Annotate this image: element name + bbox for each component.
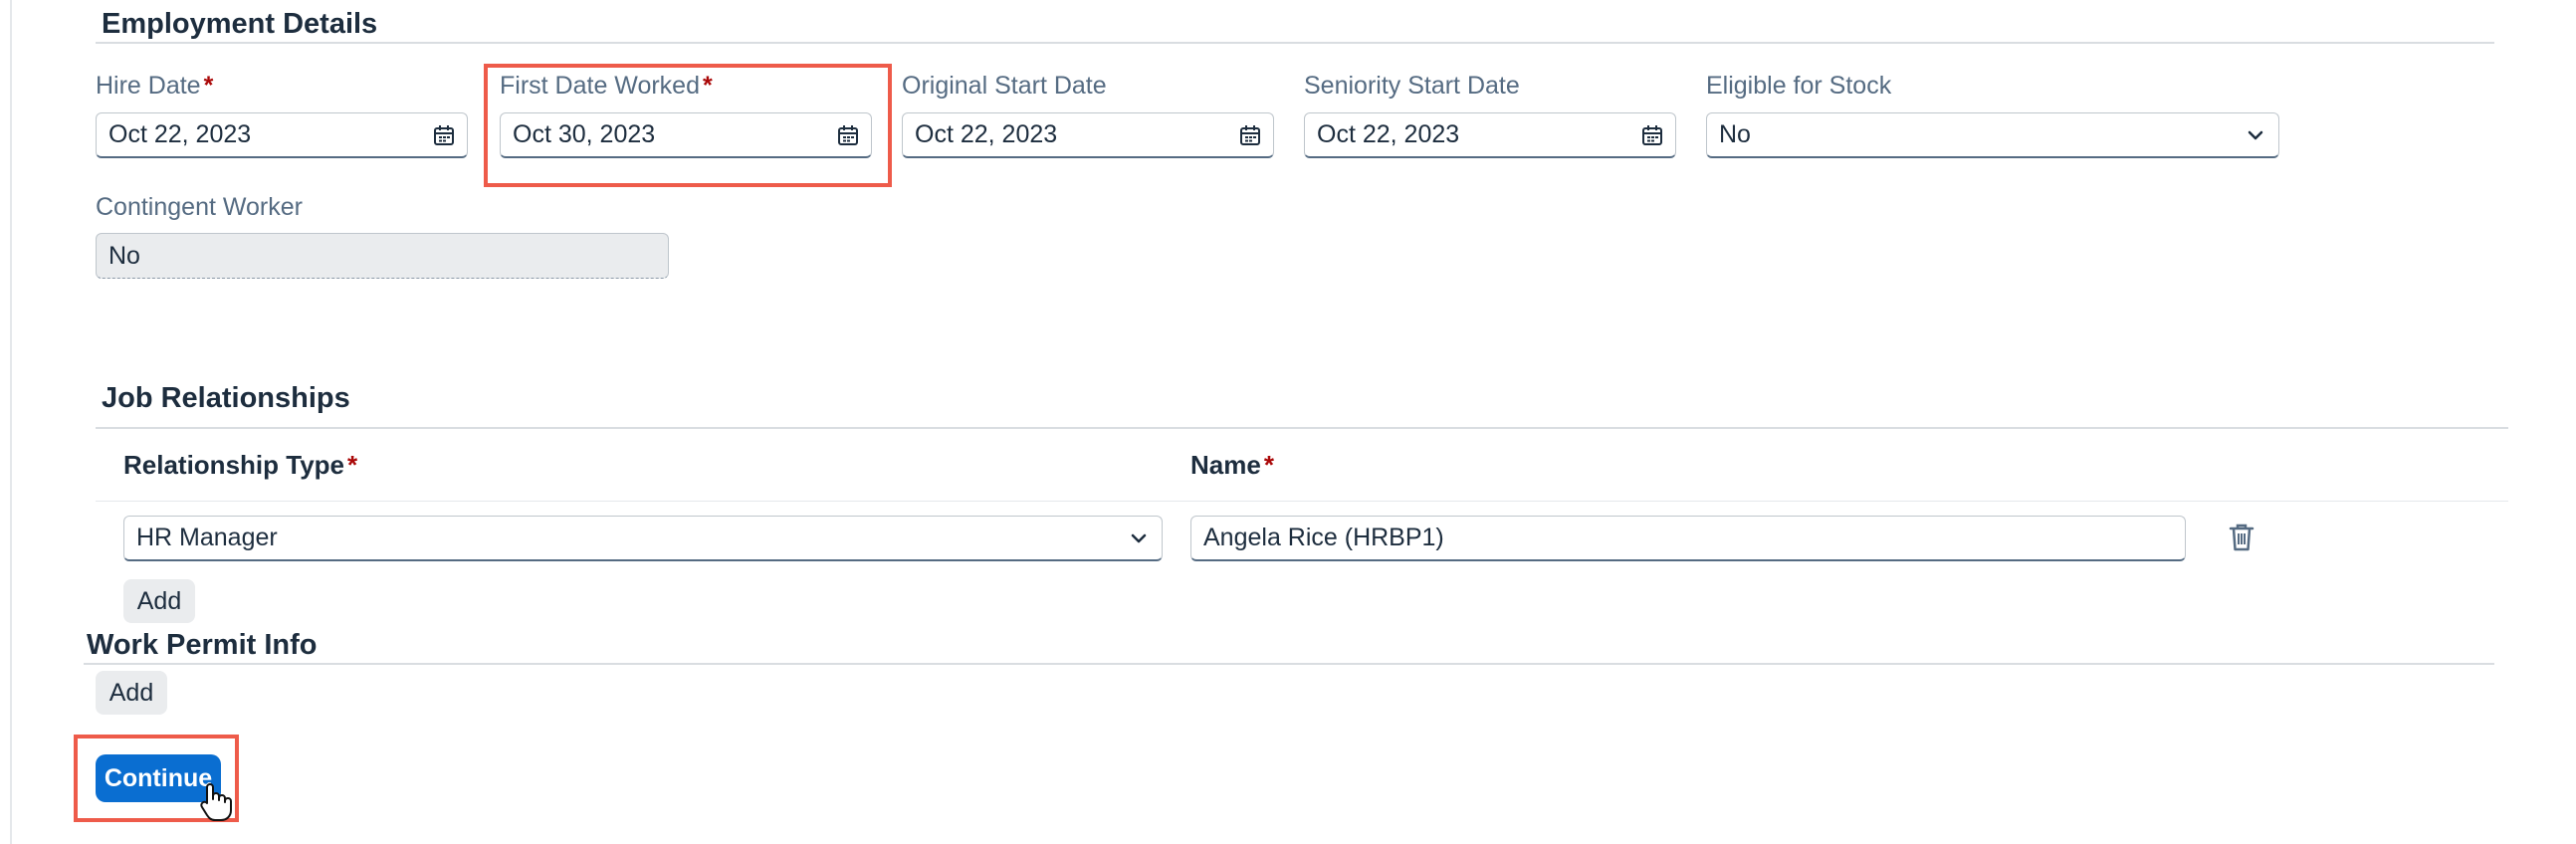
seniority-start-date-value: Oct 22, 2023 — [1317, 120, 1460, 148]
chevron-down-icon[interactable] — [1116, 517, 1162, 559]
original-start-date-field[interactable]: Oct 22, 2023 — [902, 112, 1274, 158]
contingent-worker-value: No — [108, 241, 140, 270]
section-title-work-permit-info: Work Permit Info — [87, 629, 318, 661]
contingent-worker-field: No — [96, 233, 669, 279]
calendar-icon[interactable] — [1227, 113, 1273, 156]
chevron-down-icon[interactable] — [2233, 113, 2278, 156]
highlight-box-first-date-worked — [484, 64, 892, 187]
left-border — [10, 0, 12, 844]
hire-date-label: Hire Date * — [96, 72, 214, 100]
table-header-divider — [96, 501, 2508, 502]
calendar-icon[interactable] — [421, 113, 467, 156]
section-title-employment-details: Employment Details — [102, 8, 378, 40]
section-divider — [96, 42, 2494, 44]
original-start-date-label: Original Start Date — [902, 72, 1107, 100]
column-header-name: Name * — [1190, 450, 1274, 480]
hire-date-field[interactable]: Oct 22, 2023 — [96, 112, 468, 158]
seniority-start-date-label: Seniority Start Date — [1304, 72, 1520, 100]
trash-icon[interactable] — [2222, 516, 2261, 559]
relationship-name-value: Angela Rice (HRBP1) — [1203, 524, 1444, 551]
original-start-date-value: Oct 22, 2023 — [915, 120, 1058, 148]
section-title-job-relationships: Job Relationships — [102, 382, 350, 414]
seniority-start-date-field[interactable]: Oct 22, 2023 — [1304, 112, 1676, 158]
hire-date-value: Oct 22, 2023 — [108, 120, 252, 148]
relationship-type-value: HR Manager — [136, 524, 278, 551]
relationship-name-field[interactable]: Angela Rice (HRBP1) — [1190, 516, 2186, 561]
relationship-type-select[interactable]: HR Manager — [123, 516, 1163, 561]
eligible-for-stock-value: No — [1719, 120, 1751, 148]
eligible-for-stock-label: Eligible for Stock — [1706, 72, 1892, 100]
calendar-icon[interactable] — [1629, 113, 1675, 156]
section-divider — [96, 427, 2508, 429]
contingent-worker-label: Contingent Worker — [96, 193, 303, 221]
add-work-permit-button[interactable]: Add — [96, 671, 167, 715]
hand-cursor-icon — [199, 782, 233, 827]
eligible-for-stock-select[interactable]: No — [1706, 112, 2279, 158]
section-divider — [84, 663, 2494, 665]
column-header-relationship-type: Relationship Type * — [123, 450, 358, 480]
add-relationship-button[interactable]: Add — [123, 579, 195, 623]
